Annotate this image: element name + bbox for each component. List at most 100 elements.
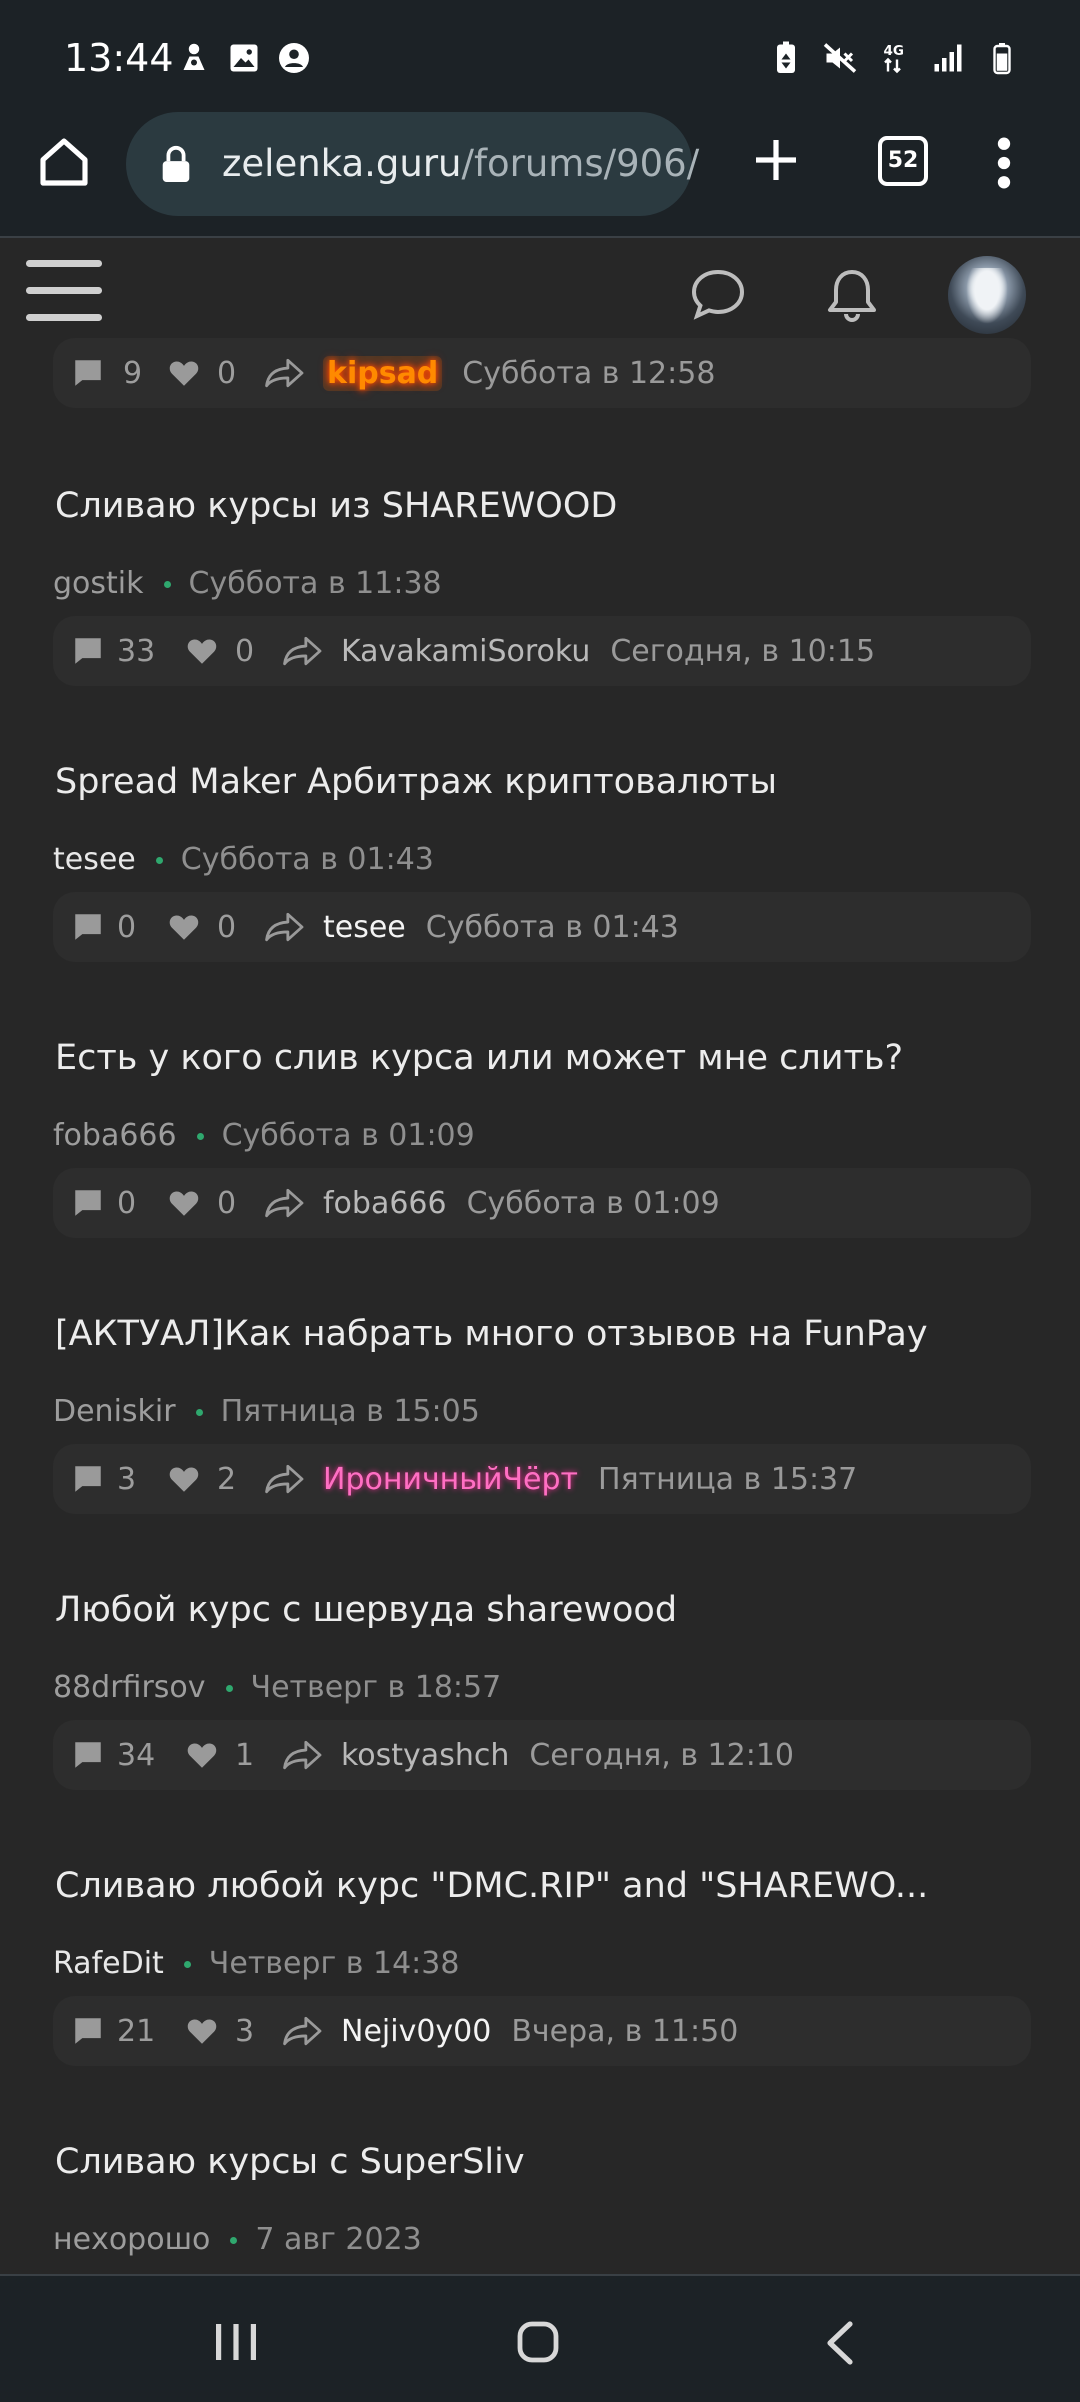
chat-icon[interactable] [690, 268, 746, 320]
bell-icon[interactable] [824, 266, 880, 324]
heart-icon [169, 1467, 199, 1492]
thread-author[interactable]: gostik [53, 566, 144, 601]
last-reply-arrow-icon [283, 1740, 322, 1770]
more-options-icon[interactable] [996, 136, 1012, 190]
image-icon [230, 44, 258, 72]
account-icon [279, 43, 309, 73]
last-reply-arrow-icon [265, 358, 304, 388]
heart-icon [169, 1191, 199, 1216]
thread-meta: RafeDit Четверг в 14:38 [53, 1946, 459, 1981]
thread-author[interactable]: RafeDit [53, 1946, 164, 1981]
tab-switcher-button[interactable]: 52 [878, 136, 928, 186]
system-nav-bar [0, 2274, 1080, 2402]
home-button-icon[interactable] [516, 2320, 560, 2364]
last-reply-date: Суббота в 01:09 [466, 1185, 720, 1221]
online-dot [196, 1133, 204, 1140]
replies-count: 9 [123, 355, 143, 391]
site-header [0, 238, 1080, 340]
thread-title[interactable]: [АКТУАЛ]Как набрать много отзывов на Fun… [55, 1314, 928, 1354]
back-icon[interactable] [824, 2320, 854, 2366]
new-tab-icon[interactable] [752, 136, 800, 184]
thread-date: Пятница в 15:05 [220, 1394, 480, 1429]
thread-meta: gostik Суббота в 11:38 [53, 566, 442, 601]
thread-stats-bar: 0 0 tesee Суббота в 01:43 [53, 892, 1031, 962]
browser-toolbar: zelenka.guru/forums/906/ 52 [0, 112, 1080, 238]
last-reply-user[interactable]: kostyashch [341, 1738, 509, 1773]
likes-count: 1 [235, 1737, 255, 1773]
battery-icon [993, 43, 1011, 75]
last-reply-arrow-icon [283, 636, 322, 666]
recents-icon[interactable] [214, 2322, 258, 2362]
network-4g-icon: 4G [884, 43, 904, 74]
thread-author[interactable]: 88drfirsov [53, 1670, 206, 1705]
last-reply-user[interactable]: tesee [323, 910, 406, 945]
online-dot [230, 2237, 238, 2244]
last-reply-date: Сегодня, в 10:15 [610, 633, 876, 669]
last-reply-user[interactable]: KavakamiSoroku [341, 634, 590, 669]
url-bar[interactable]: zelenka.guru/forums/906/ [126, 112, 699, 216]
heart-icon [169, 915, 199, 940]
replies-icon [75, 1466, 101, 1492]
thread-author[interactable]: Deniskir [53, 1394, 176, 1429]
avatar[interactable] [948, 256, 1026, 334]
thread-stats-bar: 33 0 KavakamiSoroku Сегодня, в 10:15 [53, 616, 1031, 686]
heart-icon [169, 361, 199, 386]
last-reply-date: Пятница в 15:37 [598, 1461, 858, 1497]
online-dot [195, 1409, 203, 1416]
replies-count: 3 [117, 1461, 137, 1497]
thread-title[interactable]: Сливаю любой курс "DMC.RIP" and "SHAREWO… [55, 1866, 928, 1906]
last-reply-user[interactable]: foba666 [323, 1186, 447, 1221]
url-text: zelenka.guru/forums/906/ [222, 142, 699, 185]
likes-count: 0 [217, 355, 237, 391]
thread-date: Суббота в 01:09 [221, 1118, 475, 1153]
likes-count: 3 [235, 2013, 255, 2049]
thread-date: 7 авг 2023 [255, 2222, 422, 2257]
last-reply-date: Суббота в 12:58 [462, 355, 716, 391]
thread-author[interactable]: tesee [53, 842, 136, 877]
online-dot [163, 581, 171, 588]
likes-count: 0 [217, 909, 237, 945]
replies-icon [75, 1742, 101, 1768]
replies-count: 0 [117, 909, 137, 945]
likes-count: 0 [217, 1185, 237, 1221]
thread-date: Суббота в 01:43 [180, 842, 434, 877]
thread-author[interactable]: нехорошо [53, 2222, 210, 2257]
url-path: /forums/906/ [461, 142, 700, 185]
replies-icon [75, 2018, 101, 2044]
replies-count: 34 [117, 1737, 156, 1773]
replies-icon [75, 1190, 101, 1216]
online-dot [155, 857, 163, 864]
likes-count: 0 [235, 633, 255, 669]
thread-date: Четверг в 14:38 [208, 1946, 460, 1981]
replies-icon [75, 914, 101, 940]
thread-stats-bar: 21 3 Nejiv0y00 Вчера, в 11:50 [53, 1996, 1031, 2066]
thread-title[interactable]: Сливаю курсы с SuperSliv [55, 2142, 525, 2182]
thread-meta: Deniskir Пятница в 15:05 [53, 1394, 480, 1429]
thread-stats-bar: 34 1 kostyashch Сегодня, в 12:10 [53, 1720, 1031, 1790]
heart-icon [187, 2019, 217, 2044]
thread-meta: 88drfirsov Четверг в 18:57 [53, 1670, 501, 1705]
home-icon[interactable] [36, 134, 92, 190]
last-reply-user[interactable]: kipsad [323, 355, 443, 391]
last-reply-arrow-icon [265, 912, 304, 942]
last-reply-user[interactable]: ИроничныйЧёрт [323, 1462, 578, 1497]
thread-author[interactable]: foba666 [53, 1118, 177, 1153]
thread-title[interactable]: Есть у кого слив курса или может мне сли… [55, 1038, 903, 1078]
last-reply-arrow-icon [265, 1188, 304, 1218]
recycle-battery-icon [777, 41, 795, 73]
last-reply-date: Сегодня, в 12:10 [529, 1737, 795, 1773]
last-reply-arrow-icon [265, 1464, 304, 1494]
last-reply-date: Суббота в 01:43 [425, 909, 679, 945]
notification-icon [183, 43, 205, 70]
lock-icon [162, 145, 190, 182]
last-reply-user[interactable]: Nejiv0y00 [341, 2014, 491, 2049]
thread-title[interactable]: Сливаю курсы из SHAREWOOD [55, 486, 617, 526]
heart-icon [187, 639, 217, 664]
last-reply-date: Вчера, в 11:50 [511, 2013, 739, 2049]
thread-stats-bar: 9 0 kipsad Суббота в 12:58 [53, 338, 1031, 408]
menu-icon[interactable] [26, 260, 102, 322]
likes-count: 2 [217, 1461, 237, 1497]
thread-title[interactable]: Любой курс с шервуда sharewood [55, 1590, 677, 1630]
thread-title[interactable]: Spread Maker Арбитраж криптовалюты [55, 762, 777, 802]
heart-icon [187, 1743, 217, 1768]
